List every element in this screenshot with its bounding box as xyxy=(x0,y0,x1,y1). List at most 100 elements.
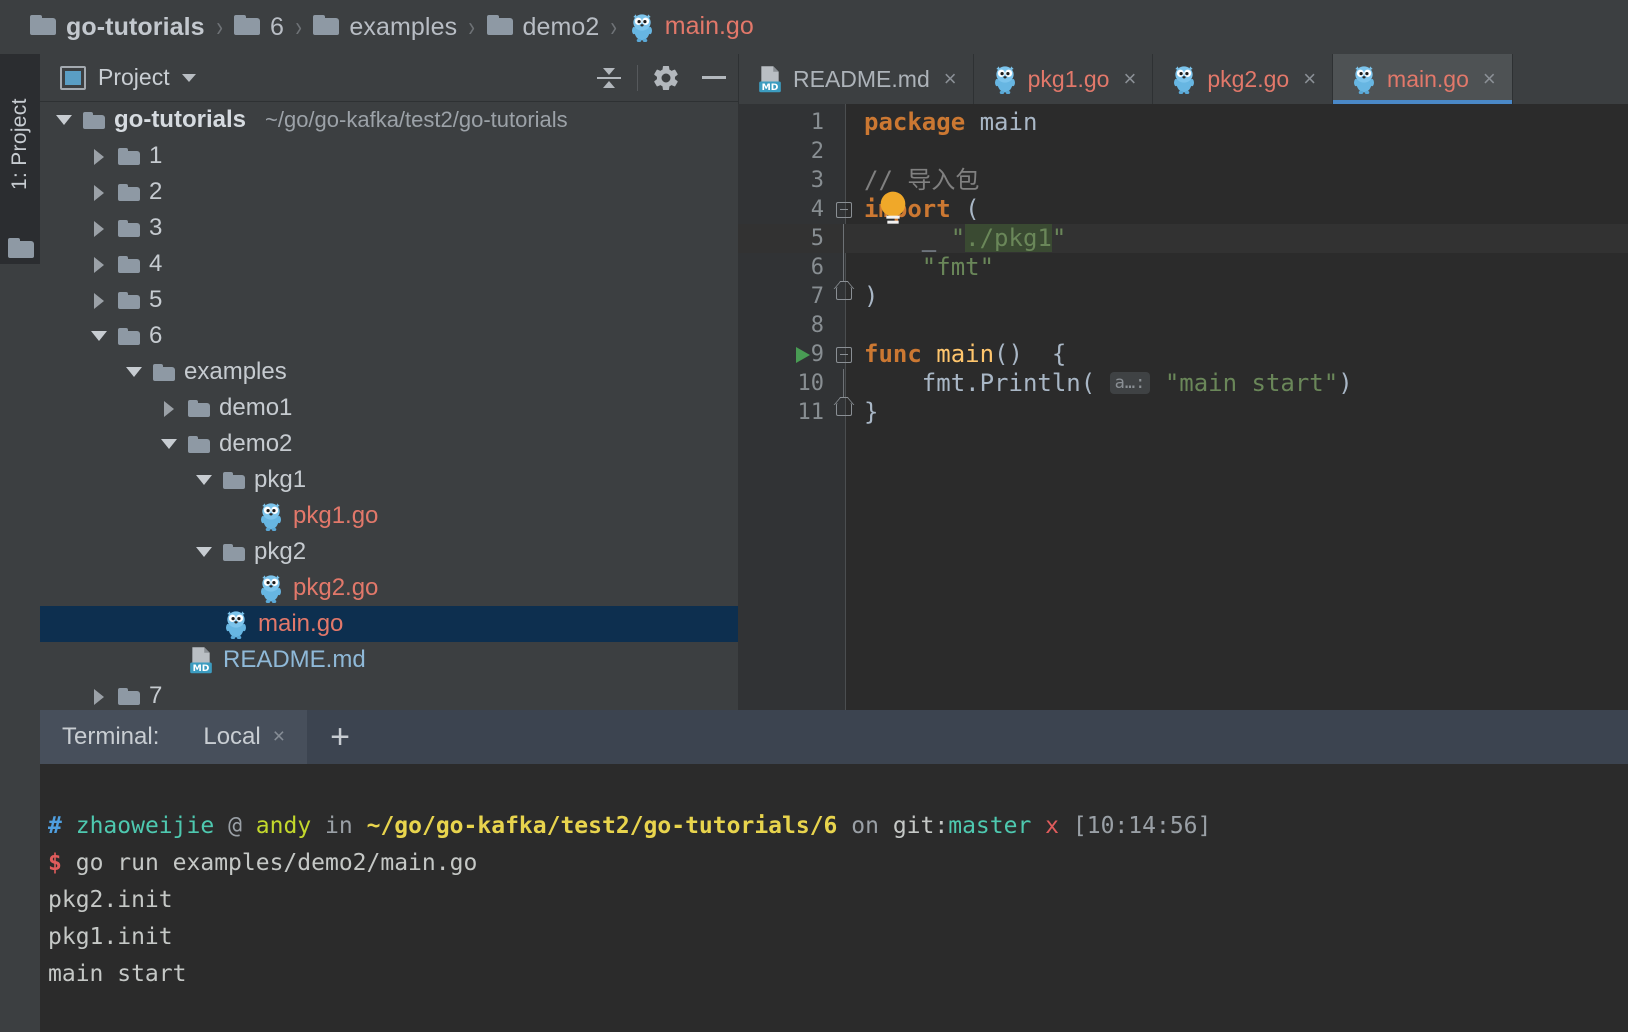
settings-button[interactable] xyxy=(642,54,690,102)
new-terminal-button[interactable]: + xyxy=(307,710,373,764)
chevron-down-icon[interactable] xyxy=(159,434,179,454)
breadcrumb-item-go-tutorials[interactable]: go-tutorials xyxy=(30,13,205,42)
line-number[interactable]: 9 xyxy=(738,342,830,367)
folder-icon xyxy=(188,399,210,417)
project-toolbar: Project xyxy=(40,54,738,102)
close-icon[interactable]: × xyxy=(273,725,285,749)
fold-collapse-icon[interactable] xyxy=(836,202,852,218)
tree-item-label: 3 xyxy=(149,214,163,241)
editor-tab-pkg2-go[interactable]: pkg2.go × xyxy=(1153,54,1334,104)
gutter-markers xyxy=(830,282,864,311)
close-icon[interactable]: × xyxy=(1303,68,1316,90)
breadcrumb-item-demo2[interactable]: demo2 xyxy=(486,13,600,42)
editor-tab-pkg1-go[interactable]: pkg1.go × xyxy=(974,54,1154,104)
folder-icon xyxy=(223,471,245,489)
gutter-markers xyxy=(830,195,864,224)
tree-item-pkg1-go[interactable]: pkg1.go xyxy=(40,498,738,534)
go-file-icon xyxy=(258,501,284,532)
chevron-right-icon[interactable] xyxy=(89,218,109,238)
tree-item-go-tutorials[interactable]: go-tutorials ~/go/go-kafka/test2/go-tutor… xyxy=(40,102,738,138)
line-number[interactable]: 10 xyxy=(738,371,830,396)
line-number[interactable]: 7 xyxy=(738,284,830,309)
tree-item-3[interactable]: 3 xyxy=(40,210,738,246)
code-line-6: 6 "fmt" xyxy=(738,253,1628,282)
close-icon[interactable]: × xyxy=(1483,68,1496,90)
run-gutter-icon[interactable] xyxy=(796,347,810,363)
terminal-left-strip xyxy=(0,710,40,764)
chevron-right-icon[interactable] xyxy=(89,146,109,166)
tree-item-README-md[interactable]: MD README.md xyxy=(40,642,738,678)
collapse-all-icon xyxy=(596,65,622,91)
line-number[interactable]: 1 xyxy=(738,110,830,135)
tool-window-button-project[interactable]: 1: Project xyxy=(0,54,40,234)
project-file-tree[interactable]: go-tutorials ~/go/go-kafka/test2/go-tutor… xyxy=(40,102,738,710)
terminal-tab-local[interactable]: Local × xyxy=(181,710,307,764)
tree-item-pkg2-go[interactable]: pkg2.go xyxy=(40,570,738,606)
tree-item-7[interactable]: 7 xyxy=(40,678,738,710)
chevron-down-icon[interactable] xyxy=(124,362,144,382)
tree-item-pkg2[interactable]: pkg2 xyxy=(40,534,738,570)
editor-tab-main-go[interactable]: main.go × xyxy=(1333,54,1513,104)
folder-icon xyxy=(313,14,340,35)
fold-region-line xyxy=(843,253,844,282)
tree-item-2[interactable]: 2 xyxy=(40,174,738,210)
prompt-hash: # xyxy=(48,813,62,839)
line-number[interactable]: 3 xyxy=(738,168,830,193)
breadcrumb-item-main-go[interactable]: main.go xyxy=(629,12,754,43)
prompt-on: on xyxy=(851,813,879,839)
collapse-all-button[interactable] xyxy=(585,54,633,102)
code-token: ./pkg1 xyxy=(965,224,1052,252)
editor-tab-bar: MD README.md × pkg1.go × pkg2.go × main.… xyxy=(738,54,1628,104)
chevron-down-icon[interactable] xyxy=(54,110,74,130)
chevron-right-icon[interactable] xyxy=(89,182,109,202)
fold-region-end-icon[interactable] xyxy=(836,287,852,300)
tree-item-main-go[interactable]: main.go xyxy=(40,606,738,642)
tree-item-demo1[interactable]: demo1 xyxy=(40,390,738,426)
prompt-host: andy xyxy=(255,813,312,839)
tree-item-5[interactable]: 5 xyxy=(40,282,738,318)
go-file-icon xyxy=(223,609,249,640)
tree-item-demo2[interactable]: demo2 xyxy=(40,426,738,462)
tree-item-pkg1[interactable]: pkg1 xyxy=(40,462,738,498)
tree-item-examples[interactable]: examples xyxy=(40,354,738,390)
chevron-right-icon[interactable] xyxy=(159,398,179,418)
tree-item-1[interactable]: 1 xyxy=(40,138,738,174)
fold-region-end-icon[interactable] xyxy=(836,403,852,416)
close-icon[interactable]: × xyxy=(1123,68,1136,90)
breadcrumb-item-examples[interactable]: examples xyxy=(313,13,457,42)
chevron-down-icon[interactable] xyxy=(194,542,214,562)
line-number[interactable]: 4 xyxy=(738,197,830,222)
tree-item-4[interactable]: 4 xyxy=(40,246,738,282)
chevron-right-icon[interactable] xyxy=(89,686,109,706)
chevron-right-icon[interactable] xyxy=(89,254,109,274)
hide-panel-button[interactable] xyxy=(690,54,738,102)
md-file-icon: MD xyxy=(188,646,214,675)
editor-tab-README-md[interactable]: MD README.md × xyxy=(738,54,974,104)
folder-icon xyxy=(223,543,245,561)
code-token: ) xyxy=(1338,368,1353,397)
tree-item-6[interactable]: 6 xyxy=(40,318,738,354)
line-number[interactable]: 5 xyxy=(738,226,830,251)
line-number[interactable]: 6 xyxy=(738,255,830,280)
line-number[interactable]: 11 xyxy=(738,400,830,425)
fold-collapse-icon[interactable] xyxy=(836,347,852,363)
tree-item-label: 7 xyxy=(149,682,163,709)
tree-item-label: pkg2.go xyxy=(293,574,379,601)
code-token: " xyxy=(1051,224,1067,252)
line-number[interactable]: 8 xyxy=(738,313,830,338)
breadcrumb-item-6[interactable]: 6 xyxy=(234,13,284,42)
chevron-down-icon[interactable] xyxy=(194,470,214,490)
chevron-down-icon[interactable] xyxy=(181,73,196,82)
project-view-selector[interactable]: Project xyxy=(60,64,196,91)
code-editor[interactable]: 1 package main 2 3// 导入包 4 import ( 5 _ "./pk… xyxy=(738,104,1628,710)
editor-tab-label: main.go xyxy=(1387,65,1469,92)
close-icon[interactable]: × xyxy=(944,68,957,90)
code-line-5: 5 _ "./pkg1" xyxy=(738,224,1628,253)
chevron-right-icon[interactable] xyxy=(89,290,109,310)
editor-area: MD README.md × pkg1.go × pkg2.go × main.… xyxy=(738,54,1628,710)
line-number[interactable]: 2 xyxy=(738,139,830,164)
chevron-down-icon[interactable] xyxy=(89,326,109,346)
terminal-output-area[interactable]: # zhaoweijie @ andy in ~/go/go-kafka/tes… xyxy=(0,764,1628,1032)
